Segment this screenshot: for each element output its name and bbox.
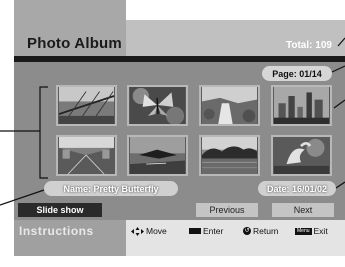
swan-photo-icon — [273, 137, 330, 174]
four-way-arrow-icon — [131, 226, 144, 236]
menu-key-icon: Menu — [295, 227, 312, 235]
photo-date-label: Date: 16/01/02 — [258, 181, 336, 196]
next-button[interactable]: Next — [272, 203, 334, 217]
lake-photo-icon — [201, 137, 258, 174]
waterfall-photo-icon — [201, 87, 258, 124]
page-title: Photo Album — [27, 35, 122, 52]
city-skyline-photo-icon — [273, 87, 330, 124]
total-count: Total: 109 — [286, 40, 332, 51]
thumbnail-3[interactable] — [199, 85, 260, 126]
enter-key-icon — [189, 228, 201, 234]
photo-album-screen: Photo Album Total: 109 Page: 01/14 Name:… — [0, 0, 345, 267]
station-photo-icon — [58, 137, 115, 174]
instructions-label: Instructions — [19, 224, 94, 238]
thumbnail-8[interactable] — [271, 135, 332, 176]
return-key-icon: ↺ — [243, 227, 251, 235]
header-divider — [14, 56, 345, 62]
butterfly-photo-icon — [129, 87, 186, 124]
page-indicator: Page: 01/14 — [262, 66, 332, 81]
enter-hint-label: Enter — [203, 226, 224, 236]
exit-hint-label: Exit — [313, 226, 328, 236]
photo-name-label: Name: Pretty Butterfly — [44, 181, 178, 196]
move-hint-label: Move — [146, 226, 167, 236]
thumbnail-4[interactable] — [271, 85, 332, 126]
thumbnail-1[interactable] — [56, 85, 117, 126]
thumbnail-5[interactable] — [56, 135, 117, 176]
enter-hint: Enter — [189, 226, 223, 236]
return-hint: ↺ Return — [243, 226, 279, 236]
previous-button[interactable]: Previous — [196, 203, 258, 217]
bird-photo-icon — [129, 137, 186, 174]
slide-show-button[interactable]: Slide show — [18, 203, 102, 217]
thumbnail-6[interactable] — [127, 135, 188, 176]
return-hint-label: Return — [253, 226, 279, 236]
bridge-photo-icon — [58, 87, 115, 124]
exit-hint: Menu Exit — [295, 226, 328, 236]
move-hint: Move — [131, 226, 167, 236]
thumbnail-7[interactable] — [199, 135, 260, 176]
thumbnail-2[interactable] — [127, 85, 188, 126]
